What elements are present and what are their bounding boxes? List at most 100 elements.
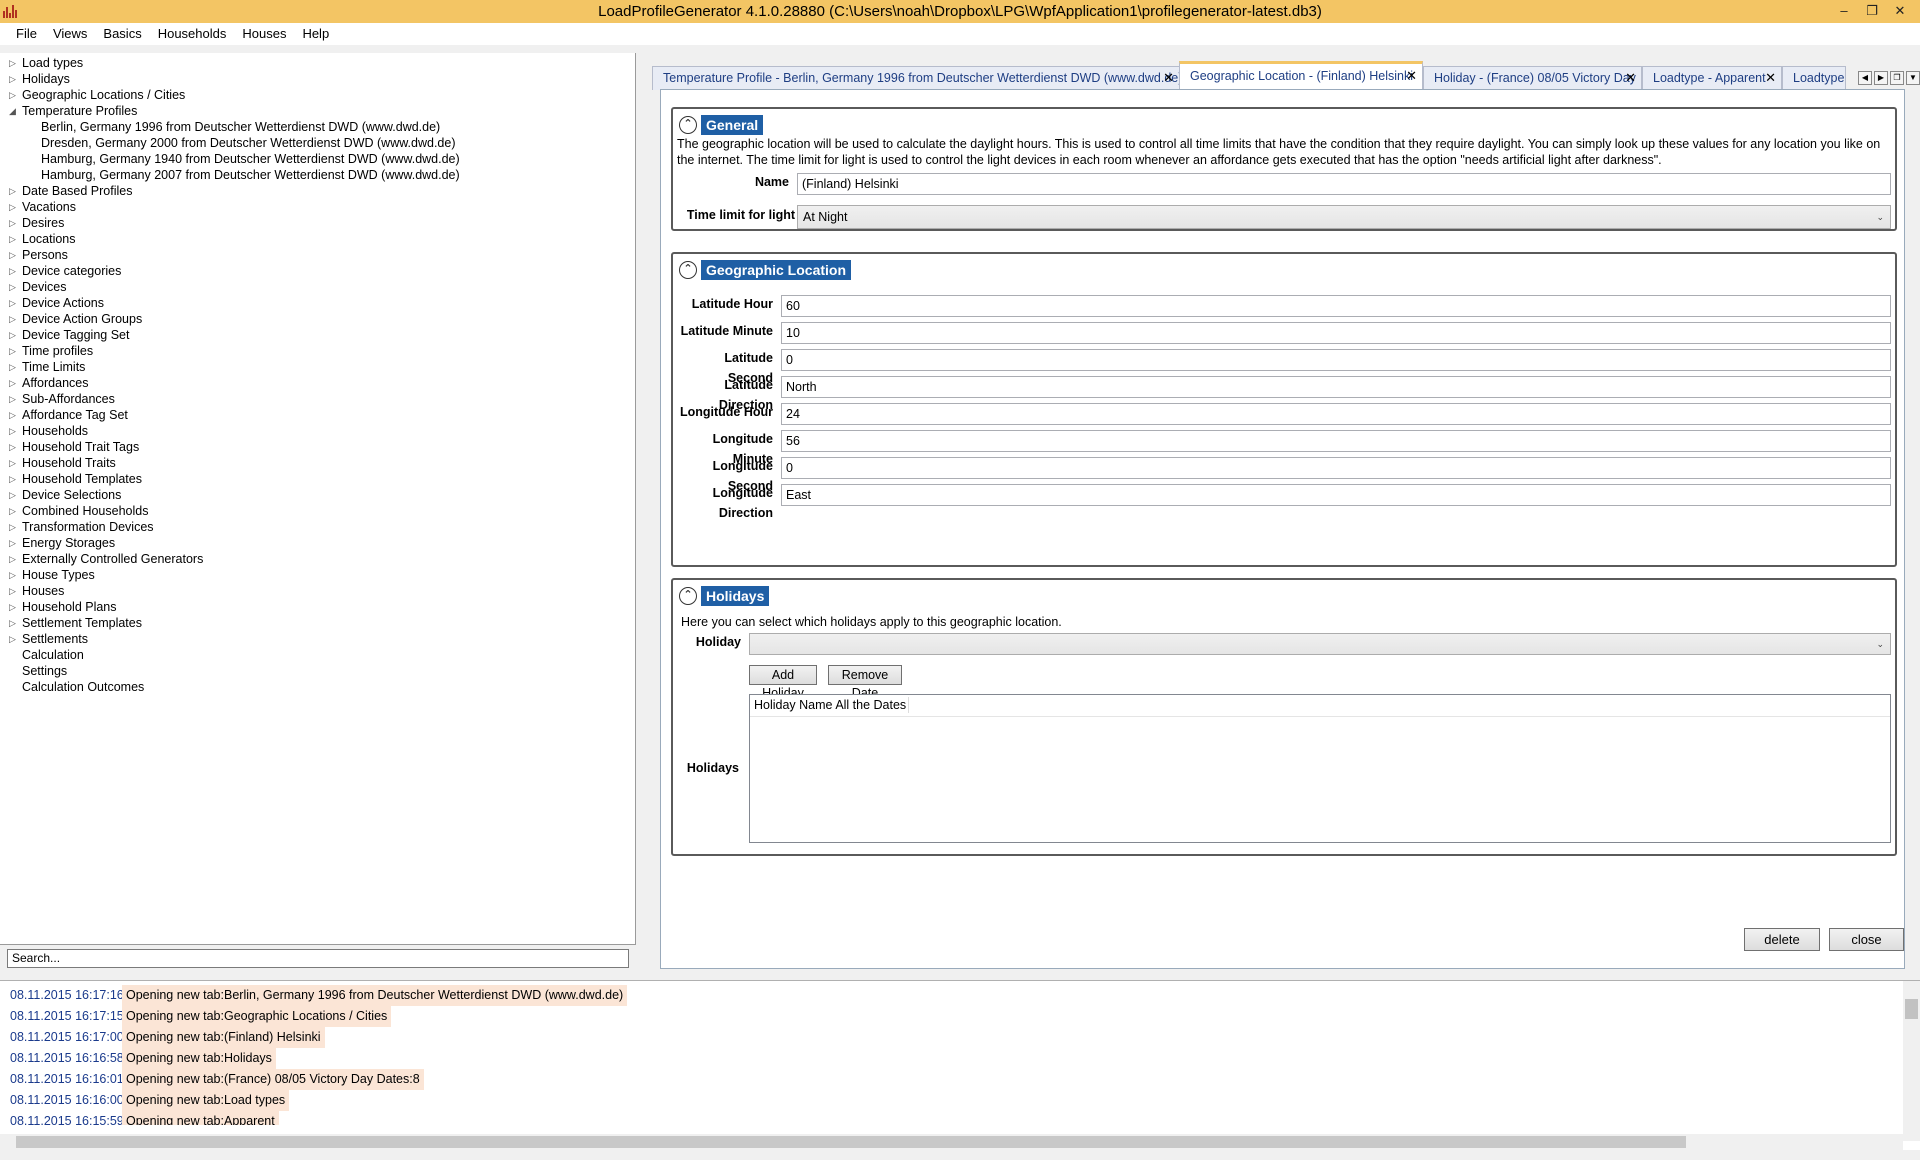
- geo-field-input[interactable]: 0: [781, 349, 1891, 371]
- tree-item[interactable]: ▷ Settlements: [0, 631, 635, 647]
- tree-item[interactable]: ▷ Device Tagging Set: [0, 327, 635, 343]
- geo-field-input[interactable]: 56: [781, 430, 1891, 452]
- tree-item[interactable]: ▷ Time Limits: [0, 359, 635, 375]
- geo-field-input[interactable]: 60: [781, 295, 1891, 317]
- minimize-button[interactable]: –: [1830, 0, 1858, 23]
- close-button[interactable]: close: [1829, 928, 1904, 951]
- tab-geographic-location[interactable]: Geographic Location - (Finland) Helsinki…: [1179, 61, 1423, 91]
- expand-arrow-icon[interactable]: ▷: [9, 185, 19, 197]
- tree-item[interactable]: ▷ Sub-Affordances: [0, 391, 635, 407]
- geo-field-input[interactable]: North: [781, 376, 1891, 398]
- geo-field-input[interactable]: East: [781, 484, 1891, 506]
- tree-item[interactable]: ▷ Time profiles: [0, 343, 635, 359]
- tree-item[interactable]: ▷ Houses: [0, 583, 635, 599]
- tree-item[interactable]: ▷ Locations: [0, 231, 635, 247]
- tab-loadtype-apparent[interactable]: Loadtype - Apparent ✕: [1642, 66, 1782, 90]
- expand-arrow-icon[interactable]: ▷: [9, 569, 19, 581]
- tree-item[interactable]: Calculation Outcomes: [0, 679, 635, 695]
- tab-loadtype[interactable]: Loadtype: [1782, 66, 1846, 90]
- tree-item[interactable]: ▷ Geographic Locations / Cities: [0, 87, 635, 103]
- menu-help[interactable]: Help: [294, 23, 337, 45]
- holiday-dropdown[interactable]: ⌄: [749, 633, 1891, 655]
- close-window-button[interactable]: ✕: [1886, 0, 1914, 23]
- expand-arrow-icon[interactable]: ▷: [9, 633, 19, 645]
- tree-item[interactable]: ▷ Device categories: [0, 263, 635, 279]
- restore-button[interactable]: ❐: [1858, 0, 1886, 23]
- expand-arrow-icon[interactable]: ▷: [9, 489, 19, 501]
- menu-houses[interactable]: Houses: [234, 23, 294, 45]
- expand-arrow-icon[interactable]: ▷: [9, 393, 19, 405]
- holidays-list[interactable]: Holiday Name All the Dates: [749, 694, 1891, 843]
- geo-field-input[interactable]: 10: [781, 322, 1891, 344]
- menu-households[interactable]: Households: [150, 23, 235, 45]
- tree-item[interactable]: ▷ Settlement Templates: [0, 615, 635, 631]
- tree-item[interactable]: ▷ Affordances: [0, 375, 635, 391]
- expand-arrow-icon[interactable]: ▷: [9, 57, 19, 69]
- menu-basics[interactable]: Basics: [95, 23, 149, 45]
- tree-item[interactable]: ▷ Household Traits: [0, 455, 635, 471]
- add-holiday-button[interactable]: Add Holiday: [749, 665, 817, 700]
- expand-arrow-icon[interactable]: ▷: [9, 233, 19, 245]
- tree-item[interactable]: Hamburg, Germany 1940 from Deutscher Wet…: [0, 151, 635, 167]
- close-tab-icon[interactable]: ✕: [1163, 67, 1174, 89]
- close-tab-icon[interactable]: ✕: [1406, 64, 1417, 88]
- expand-arrow-icon[interactable]: ▷: [9, 601, 19, 613]
- tree-item[interactable]: ▷ Persons: [0, 247, 635, 263]
- tree-item[interactable]: Calculation: [0, 647, 635, 663]
- tree-item[interactable]: ▷ Transformation Devices: [0, 519, 635, 535]
- expand-arrow-icon[interactable]: ▷: [9, 201, 19, 213]
- tab-dropdown-icon[interactable]: ▼: [1906, 71, 1920, 85]
- tree-item[interactable]: ▷ Device Selections: [0, 487, 635, 503]
- expand-arrow-icon[interactable]: ▷: [9, 89, 19, 101]
- expand-arrow-icon[interactable]: ▷: [9, 521, 19, 533]
- tree-item[interactable]: ▷ Energy Storages: [0, 535, 635, 551]
- expand-arrow-icon[interactable]: ▷: [9, 361, 19, 373]
- expand-arrow-icon[interactable]: ▷: [9, 457, 19, 469]
- tree-item[interactable]: ▷ Vacations: [0, 199, 635, 215]
- expand-arrow-icon[interactable]: ▷: [9, 473, 19, 485]
- collapse-icon[interactable]: ⌃: [679, 587, 697, 605]
- tree-item[interactable]: Berlin, Germany 1996 from Deutscher Wett…: [0, 119, 635, 135]
- tree-item[interactable]: Hamburg, Germany 2007 from Deutscher Wet…: [0, 167, 635, 183]
- log-vertical-scrollbar[interactable]: [1903, 981, 1920, 1141]
- expand-arrow-icon[interactable]: ▷: [9, 297, 19, 309]
- expand-arrow-icon[interactable]: ▷: [9, 409, 19, 421]
- expand-arrow-icon[interactable]: ▷: [9, 425, 19, 437]
- close-tab-icon[interactable]: ✕: [1625, 67, 1636, 89]
- tab-list-icon[interactable]: ❐: [1890, 71, 1904, 85]
- geo-field-input[interactable]: 0: [781, 457, 1891, 479]
- tree-item[interactable]: ▷ Affordance Tag Set: [0, 407, 635, 423]
- tree-search-input[interactable]: Search...: [7, 949, 629, 968]
- tree-item[interactable]: Dresden, Germany 2000 from Deutscher Wet…: [0, 135, 635, 151]
- tree-item[interactable]: ▷ Household Trait Tags: [0, 439, 635, 455]
- log-horizontal-scrollbar[interactable]: [0, 1134, 1903, 1150]
- expand-arrow-icon[interactable]: ▷: [9, 553, 19, 565]
- tree-item[interactable]: ▷ Externally Controlled Generators: [0, 551, 635, 567]
- expand-arrow-icon[interactable]: ▷: [9, 249, 19, 261]
- tree-item[interactable]: Settings: [0, 663, 635, 679]
- collapse-icon[interactable]: ⌃: [679, 261, 697, 279]
- tab-scroll-right-icon[interactable]: ▶: [1874, 71, 1888, 85]
- expand-arrow-icon[interactable]: ▷: [9, 537, 19, 549]
- close-tab-icon[interactable]: ✕: [1765, 67, 1776, 89]
- tree-item[interactable]: ▷ Device Action Groups: [0, 311, 635, 327]
- expand-arrow-icon[interactable]: ▷: [9, 617, 19, 629]
- menu-file[interactable]: File: [8, 23, 45, 45]
- tree-item[interactable]: ▷ Households: [0, 423, 635, 439]
- tree-item[interactable]: ▷ House Types: [0, 567, 635, 583]
- scroll-thumb[interactable]: [1905, 999, 1918, 1019]
- column-header-holiday-name[interactable]: Holiday Name All the Dates: [754, 697, 910, 713]
- tree-item[interactable]: ▷ Load types: [0, 55, 635, 71]
- remove-date-button[interactable]: Remove Date: [828, 665, 902, 700]
- tree-item[interactable]: ▷ Devices: [0, 279, 635, 295]
- tree-item[interactable]: ▷ Date Based Profiles: [0, 183, 635, 199]
- expand-arrow-icon[interactable]: ▷: [9, 505, 19, 517]
- expand-arrow-icon[interactable]: ▷: [9, 217, 19, 229]
- delete-button[interactable]: delete: [1744, 928, 1820, 951]
- time-limit-dropdown[interactable]: At Night ⌄: [797, 205, 1891, 229]
- name-input[interactable]: (Finland) Helsinki: [797, 173, 1891, 195]
- tree-item[interactable]: ▷ Desires: [0, 215, 635, 231]
- tree-item[interactable]: ▷ Household Templates: [0, 471, 635, 487]
- tree-item[interactable]: ▷ Combined Households: [0, 503, 635, 519]
- scroll-thumb[interactable]: [16, 1136, 1686, 1148]
